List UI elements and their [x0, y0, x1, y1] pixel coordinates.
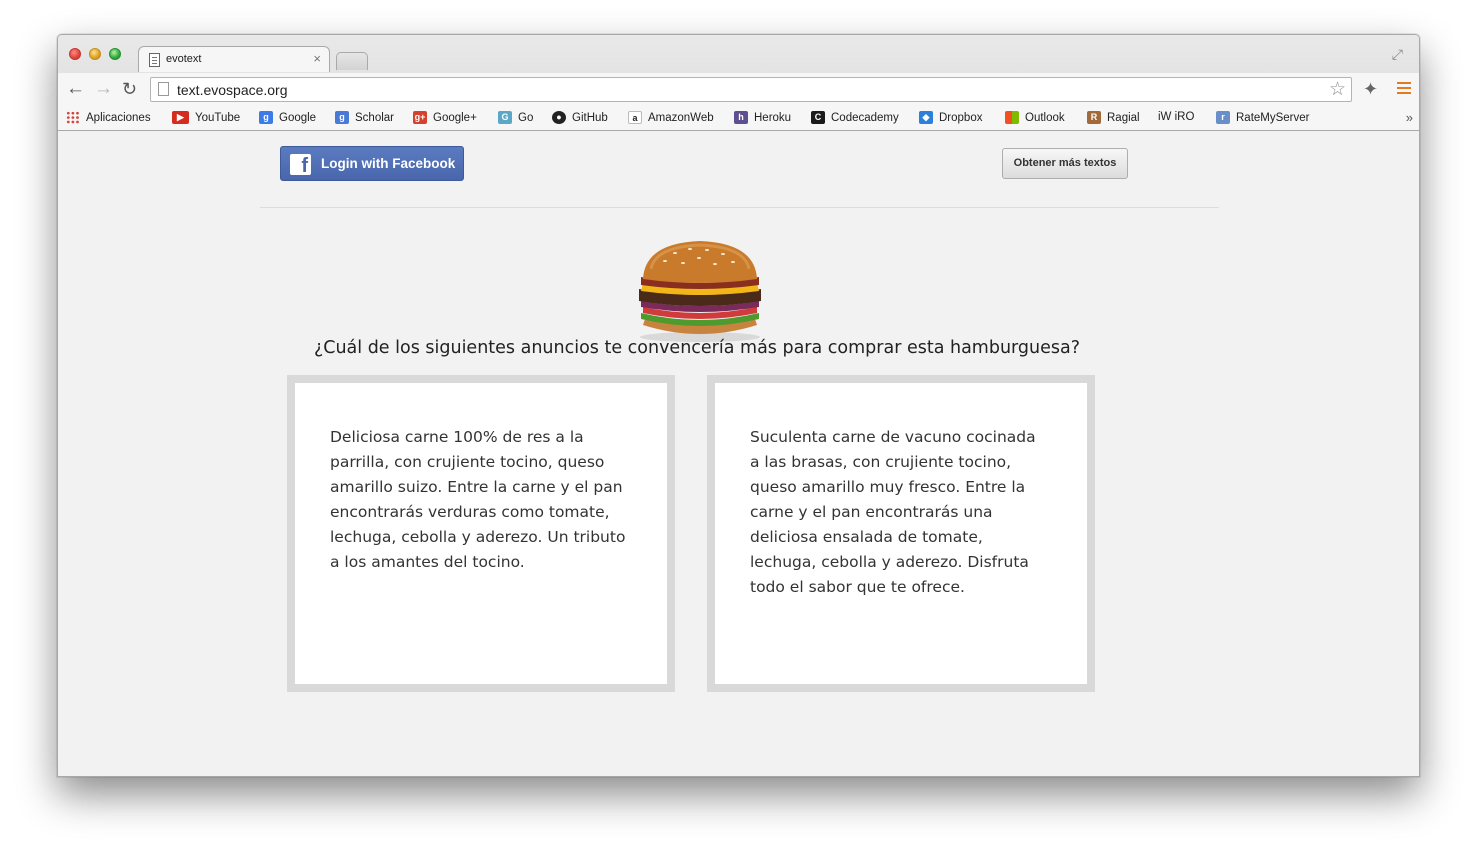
minimize-window-button[interactable]: [89, 48, 101, 60]
bookmarks-bar: Aplicaciones ▶ YouTube g Google g Schola…: [58, 107, 1419, 130]
close-window-button[interactable]: [69, 48, 81, 60]
forward-arrow-icon[interactable]: →: [94, 79, 113, 99]
go-icon: G: [498, 111, 512, 124]
ratemyserver-icon: r: [1216, 111, 1230, 124]
heroku-icon: h: [734, 111, 748, 124]
tab-title: evotext: [166, 53, 202, 65]
reload-icon[interactable]: ↻: [122, 79, 137, 99]
bookmark-label: Scholar: [355, 111, 394, 124]
new-tab-button[interactable]: [336, 52, 368, 70]
extension-icon[interactable]: ✦: [1363, 79, 1378, 100]
header-divider: [260, 207, 1219, 208]
ad-option-card[interactable]: Deliciosa carne 100% de res a la parrill…: [287, 375, 675, 692]
bookmark-google-plus[interactable]: g+ Google+: [413, 111, 477, 124]
page-icon: [158, 82, 169, 96]
ad-text: Suculenta carne de vacuno cocinada a las…: [750, 428, 1036, 596]
browser-chrome: evotext × ⤢ ← → ↻ text.evospace.org ☆ ✦ …: [58, 35, 1419, 131]
bookmark-ratemyserver[interactable]: r RateMyServer: [1216, 111, 1310, 124]
bookmark-amazonweb[interactable]: a AmazonWeb: [628, 111, 714, 124]
amazon-icon: a: [628, 111, 642, 124]
bookmark-go[interactable]: G Go: [498, 111, 533, 124]
browser-window: evotext × ⤢ ← → ↻ text.evospace.org ☆ ✦ …: [57, 34, 1420, 777]
bookmark-label: YouTube: [195, 111, 241, 124]
youtube-icon: ▶: [172, 111, 189, 124]
bookmark-label: Ragial: [1107, 111, 1140, 124]
tab-evotext[interactable]: evotext ×: [138, 46, 330, 72]
bookmark-github[interactable]: ● GitHub: [552, 111, 608, 124]
bookmark-label: Heroku: [754, 111, 792, 124]
ad-option-card[interactable]: Suculenta carne de vacuno cocinada a las…: [707, 375, 1095, 692]
bookmark-codecademy[interactable]: C Codecademy: [811, 111, 899, 124]
bookmark-label: Google: [279, 111, 317, 124]
ad-text: Deliciosa carne 100% de res a la parrill…: [330, 428, 626, 571]
get-more-texts-button[interactable]: Obtener más textos: [1002, 148, 1128, 179]
browser-toolbar: ← → ↻ text.evospace.org ☆ ✦: [58, 73, 1419, 107]
outlook-icon: [1005, 111, 1019, 124]
bookmark-label: RateMyServer: [1236, 111, 1310, 124]
bookmark-google[interactable]: g Google: [259, 111, 316, 124]
bookmark-outlook[interactable]: Outlook: [1005, 111, 1065, 124]
bookmark-label: Aplicaciones: [86, 111, 151, 124]
bookmark-scholar[interactable]: g Scholar: [335, 111, 394, 124]
bookmark-label: AmazonWeb: [648, 111, 714, 124]
bookmark-label: iW iRO: [1158, 111, 1195, 123]
tab-close-icon[interactable]: ×: [313, 51, 321, 66]
hamburger-image: [639, 241, 761, 342]
chrome-menu-icon[interactable]: [1397, 82, 1411, 94]
bookmark-youtube[interactable]: ▶ YouTube: [172, 111, 240, 124]
page-viewport: f Login with Facebook Obtener más textos: [58, 131, 1419, 776]
fullscreen-icon[interactable]: ⤢: [1392, 46, 1403, 63]
facebook-button-label: Login with Facebook: [321, 156, 456, 171]
bookmark-label: Google+: [433, 111, 477, 124]
apps-grid-icon: [66, 111, 80, 124]
bookmark-label: Go: [518, 111, 534, 124]
question-heading: ¿Cuál de los siguientes anuncios te conv…: [313, 338, 1081, 358]
zoom-window-button[interactable]: [109, 48, 121, 60]
scholar-icon: g: [335, 111, 349, 124]
google-icon: g: [259, 111, 273, 124]
login-with-facebook-button[interactable]: f Login with Facebook: [280, 146, 464, 181]
codecademy-icon: C: [811, 111, 825, 124]
bookmark-label: Dropbox: [939, 111, 983, 124]
document-icon: [149, 53, 160, 67]
bookmark-dropbox[interactable]: ◆ Dropbox: [919, 111, 982, 124]
ragial-icon: R: [1087, 111, 1101, 124]
bookmark-ragial[interactable]: R Ragial: [1087, 111, 1140, 124]
github-icon: ●: [552, 111, 566, 124]
bookmark-label: Codecademy: [831, 111, 899, 124]
back-arrow-icon[interactable]: ←: [66, 79, 85, 99]
bookmark-iw-iro[interactable]: iW iRO: [1158, 111, 1194, 123]
bookmark-aplicaciones[interactable]: Aplicaciones: [66, 111, 151, 124]
facebook-icon: f: [290, 154, 311, 175]
bookmark-label: GitHub: [572, 111, 608, 124]
dropbox-icon: ◆: [919, 111, 933, 124]
bookmark-heroku[interactable]: h Heroku: [734, 111, 791, 124]
google-plus-icon: g+: [413, 111, 427, 124]
bookmark-label: Outlook: [1025, 111, 1065, 124]
address-bar[interactable]: text.evospace.org ☆: [150, 77, 1352, 102]
bookmark-star-icon[interactable]: ☆: [1329, 78, 1346, 101]
bookmarks-overflow-icon[interactable]: »: [1406, 110, 1413, 125]
url-text[interactable]: text.evospace.org: [177, 82, 288, 98]
